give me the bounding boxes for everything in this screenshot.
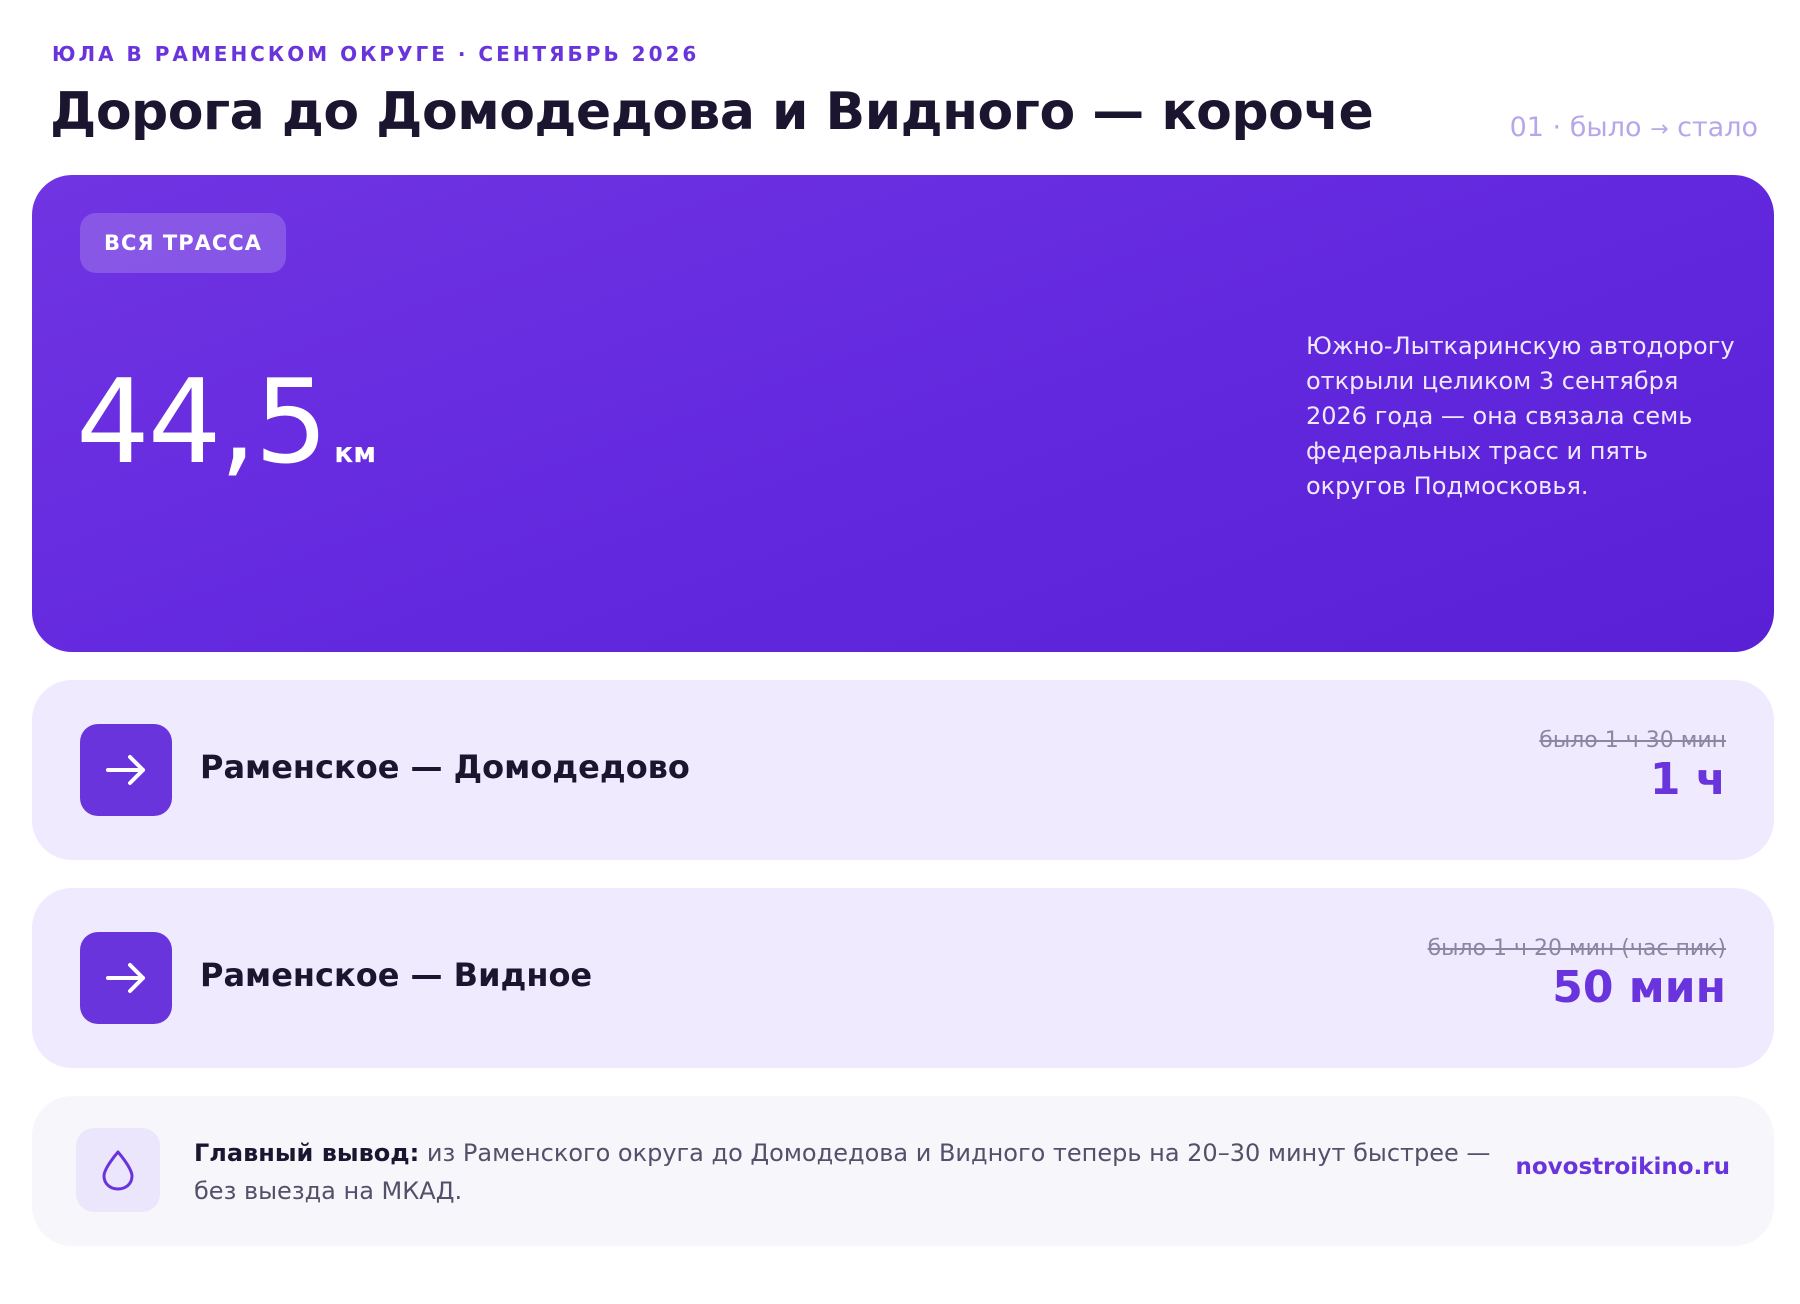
route-old-time: было 1 ч 30 мин: [1539, 728, 1726, 753]
route-icon-box: [80, 724, 172, 816]
kicker: ЮЛА В РАМЕНСКОМ ОКРУГЕ · СЕНТЯБРЬ 2026: [52, 42, 700, 66]
route-new-time: 50 мин: [1552, 962, 1726, 1013]
arrow-right-icon: [106, 755, 145, 785]
arrow-icon: →: [1650, 117, 1669, 142]
route-old-time: было 1 ч 20 мин (час пик): [1427, 936, 1726, 961]
route-icon-box: [80, 932, 172, 1024]
hero-value: 44,5: [76, 355, 328, 490]
page-tag-after: стало: [1677, 112, 1758, 143]
route-new-time: 1 ч: [1649, 754, 1726, 805]
drop-icon: [102, 1150, 134, 1191]
summary-card: Главный вывод: из Раменского округа до Д…: [32, 1096, 1774, 1246]
hero-metric: 44,5 км: [76, 365, 376, 481]
page-number: 01: [1509, 112, 1544, 143]
route-card-vidnoe: Раменское — Видное было 1 ч 20 мин (час …: [32, 888, 1774, 1068]
page-title: Дорога до Домодедова и Видного — короче: [50, 82, 1374, 142]
page-tag: 01 · было → стало: [1509, 112, 1758, 143]
hero-badge: ВСЯ ТРАССА: [80, 213, 286, 273]
route-name: Раменское — Видное: [200, 956, 593, 994]
hero-card: ВСЯ ТРАССА 44,5 км Южно-Лыткаринскую авто…: [32, 175, 1774, 652]
arrow-right-icon: [106, 963, 145, 993]
route-card-domodedovo: Раменское — Домодедово было 1 ч 30 мин 1…: [32, 680, 1774, 860]
summary-text: Главный вывод: из Раменского округа до Д…: [194, 1134, 1514, 1210]
summary-icon-box: [76, 1128, 160, 1212]
hero-description: Южно-Лыткаринскую автодорогу открыли цел…: [1306, 332, 1735, 500]
route-name: Раменское — Домодедово: [200, 748, 690, 786]
source-site: novostroikino.ru: [1515, 1154, 1731, 1180]
summary-lead: Главный вывод:: [194, 1139, 420, 1167]
hero-unit: км: [334, 436, 377, 469]
page-tag-before: было: [1569, 112, 1642, 143]
